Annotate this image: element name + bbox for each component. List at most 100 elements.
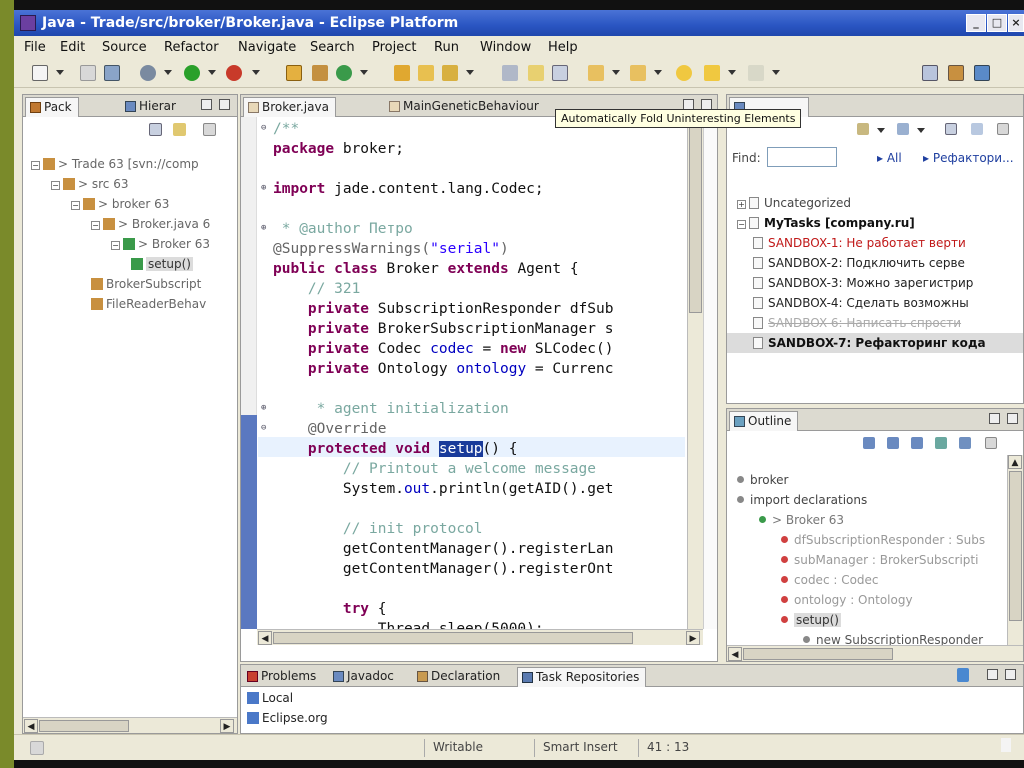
- next-annotation-dropdown-icon[interactable]: [612, 70, 620, 75]
- menu-window[interactable]: Window: [480, 40, 531, 55]
- tab-main-genetic-behaviour[interactable]: MainGeneticBehaviour: [385, 97, 545, 117]
- forward-dropdown-icon[interactable]: [772, 70, 780, 75]
- outline-item[interactable]: ontology : Ontology: [781, 593, 913, 607]
- open-perspective-icon[interactable]: [922, 65, 938, 81]
- tree-toggle-icon[interactable]: −: [31, 161, 40, 170]
- hide-static-icon[interactable]: [911, 437, 923, 449]
- task-item[interactable]: − MyTasks [company.ru]: [727, 213, 1023, 233]
- new-dropdown-icon[interactable]: [56, 70, 64, 75]
- fast-view-icon[interactable]: [30, 741, 44, 755]
- new-icon[interactable]: [32, 65, 48, 81]
- minimize-bottom-icon[interactable]: [987, 669, 998, 680]
- bookmark-icon[interactable]: [1001, 738, 1011, 752]
- code-line[interactable]: private BrokerSubscriptionManager s: [273, 319, 614, 339]
- back-icon[interactable]: [704, 65, 720, 81]
- close-button[interactable]: ×: [1008, 14, 1024, 32]
- tab-outline[interactable]: Outline: [729, 411, 799, 431]
- menu-project[interactable]: Project: [372, 40, 416, 55]
- code-line[interactable]: @SuppressWarnings("serial"): [273, 239, 509, 259]
- menu-search[interactable]: Search: [310, 40, 355, 55]
- code-line[interactable]: /**: [273, 119, 299, 139]
- code-line[interactable]: private Codec codec = new SLCodec(): [273, 339, 614, 359]
- scroll-right-icon[interactable]: ▶: [220, 719, 234, 733]
- add-repository-icon[interactable]: [957, 668, 969, 682]
- toggle-mark-icon[interactable]: [502, 65, 518, 81]
- back-dropdown-icon[interactable]: [728, 70, 736, 75]
- maximize-bottom-icon[interactable]: [1005, 669, 1016, 680]
- new-java-project-icon[interactable]: [286, 65, 302, 81]
- code-line[interactable]: @Override: [273, 419, 387, 439]
- editor-hscroll[interactable]: ◀ ▶: [257, 629, 703, 645]
- external-tools-icon[interactable]: [226, 65, 242, 81]
- editor-vscroll[interactable]: [687, 117, 703, 629]
- package-tree-item[interactable]: − > Trade 63 [svn://comp: [31, 157, 199, 171]
- code-line[interactable]: // init protocol: [273, 519, 483, 539]
- scroll-left-icon[interactable]: ◀: [728, 647, 742, 661]
- code-line[interactable]: protected void setup() {: [273, 439, 517, 459]
- outline-vscroll-thumb[interactable]: [1009, 471, 1022, 621]
- menu-run[interactable]: Run: [434, 40, 459, 55]
- prev-annotation-dropdown-icon[interactable]: [654, 70, 662, 75]
- tree-toggle-icon[interactable]: −: [51, 181, 60, 190]
- hide-fields-icon[interactable]: [887, 437, 899, 449]
- java-perspective-icon[interactable]: [948, 65, 964, 81]
- search-dropdown-icon[interactable]: [466, 70, 474, 75]
- outline-item[interactable]: broker: [737, 473, 788, 487]
- outline-hscroll[interactable]: ◀: [727, 645, 1023, 661]
- team-perspective-icon[interactable]: [974, 65, 990, 81]
- task-item[interactable]: + Uncategorized: [727, 193, 1023, 213]
- scroll-left-icon[interactable]: ◀: [258, 631, 272, 645]
- outline-view-menu-icon[interactable]: [985, 437, 997, 449]
- package-tree-item[interactable]: setup(): [131, 257, 193, 271]
- open-task-icon[interactable]: [418, 65, 434, 81]
- outline-item[interactable]: subManager : BrokerSubscripti: [781, 553, 978, 567]
- new-class-dropdown-icon[interactable]: [360, 70, 368, 75]
- prev-annotation-icon[interactable]: [630, 65, 646, 81]
- sort-icon[interactable]: [863, 437, 875, 449]
- fold-uninteresting-icon[interactable]: [552, 65, 568, 81]
- debug-icon[interactable]: [140, 65, 156, 81]
- package-tree-item[interactable]: − > Broker 63: [111, 237, 210, 251]
- maximize-button[interactable]: □: [987, 14, 1007, 32]
- code-line[interactable]: getContentManager().registerOnt: [273, 559, 614, 579]
- task-filter-all[interactable]: ▸ All: [877, 151, 902, 165]
- tab-broker-java[interactable]: Broker.java: [243, 97, 336, 117]
- outline-item[interactable]: dfSubscriptionResponder : Subs: [781, 533, 985, 547]
- tab-javadoc[interactable]: Javadoc: [329, 667, 400, 687]
- code-line[interactable]: package broker;: [273, 139, 404, 159]
- repository-eclipse-org[interactable]: Eclipse.org: [247, 711, 328, 725]
- outline-hscroll-thumb[interactable]: [743, 648, 893, 660]
- package-hscroll-thumb[interactable]: [39, 720, 129, 732]
- code-area[interactable]: /** ⊖ package broker; import jade.content.l…: [241, 119, 685, 637]
- code-line[interactable]: getContentManager().registerLan: [273, 539, 614, 559]
- collapse-tasks-icon[interactable]: [945, 123, 957, 135]
- fold-toggle-icon[interactable]: ⊕: [261, 183, 269, 193]
- code-line[interactable]: try {: [273, 599, 387, 619]
- task-item[interactable]: SANDBOX-1: Не работает верти: [727, 233, 1023, 253]
- menu-edit[interactable]: Edit: [60, 40, 85, 55]
- maximize-outline-icon[interactable]: [1007, 413, 1018, 424]
- code-line[interactable]: // 321: [273, 279, 360, 299]
- tab-problems[interactable]: Problems: [243, 667, 322, 687]
- link-with-editor-icon[interactable]: [173, 123, 186, 136]
- outline-vscroll[interactable]: ▲: [1007, 455, 1023, 645]
- save-icon[interactable]: [80, 65, 96, 81]
- task-view-menu-icon[interactable]: [997, 123, 1009, 135]
- menu-navigate[interactable]: Navigate: [238, 40, 296, 55]
- editor-hscroll-thumb[interactable]: [273, 632, 633, 644]
- focus-on-workweek-icon[interactable]: [971, 123, 983, 135]
- fold-toggle-icon[interactable]: ⊖: [261, 123, 269, 133]
- scroll-up-icon[interactable]: ▲: [1008, 455, 1022, 469]
- fold-toggle-icon[interactable]: ⊖: [261, 423, 269, 433]
- new-task-icon[interactable]: [857, 123, 869, 135]
- repository-local[interactable]: Local: [247, 691, 293, 705]
- code-line[interactable]: // Printout a welcome message: [273, 459, 596, 479]
- last-edit-icon[interactable]: [676, 65, 692, 81]
- task-filter-link[interactable]: ▸ Рефактори...: [923, 151, 1014, 165]
- search-icon[interactable]: [442, 65, 458, 81]
- menu-help[interactable]: Help: [548, 40, 578, 55]
- menu-source[interactable]: Source: [102, 40, 147, 55]
- outline-item[interactable]: setup(): [781, 613, 841, 627]
- forward-icon[interactable]: [748, 65, 764, 81]
- new-package-icon[interactable]: [312, 65, 328, 81]
